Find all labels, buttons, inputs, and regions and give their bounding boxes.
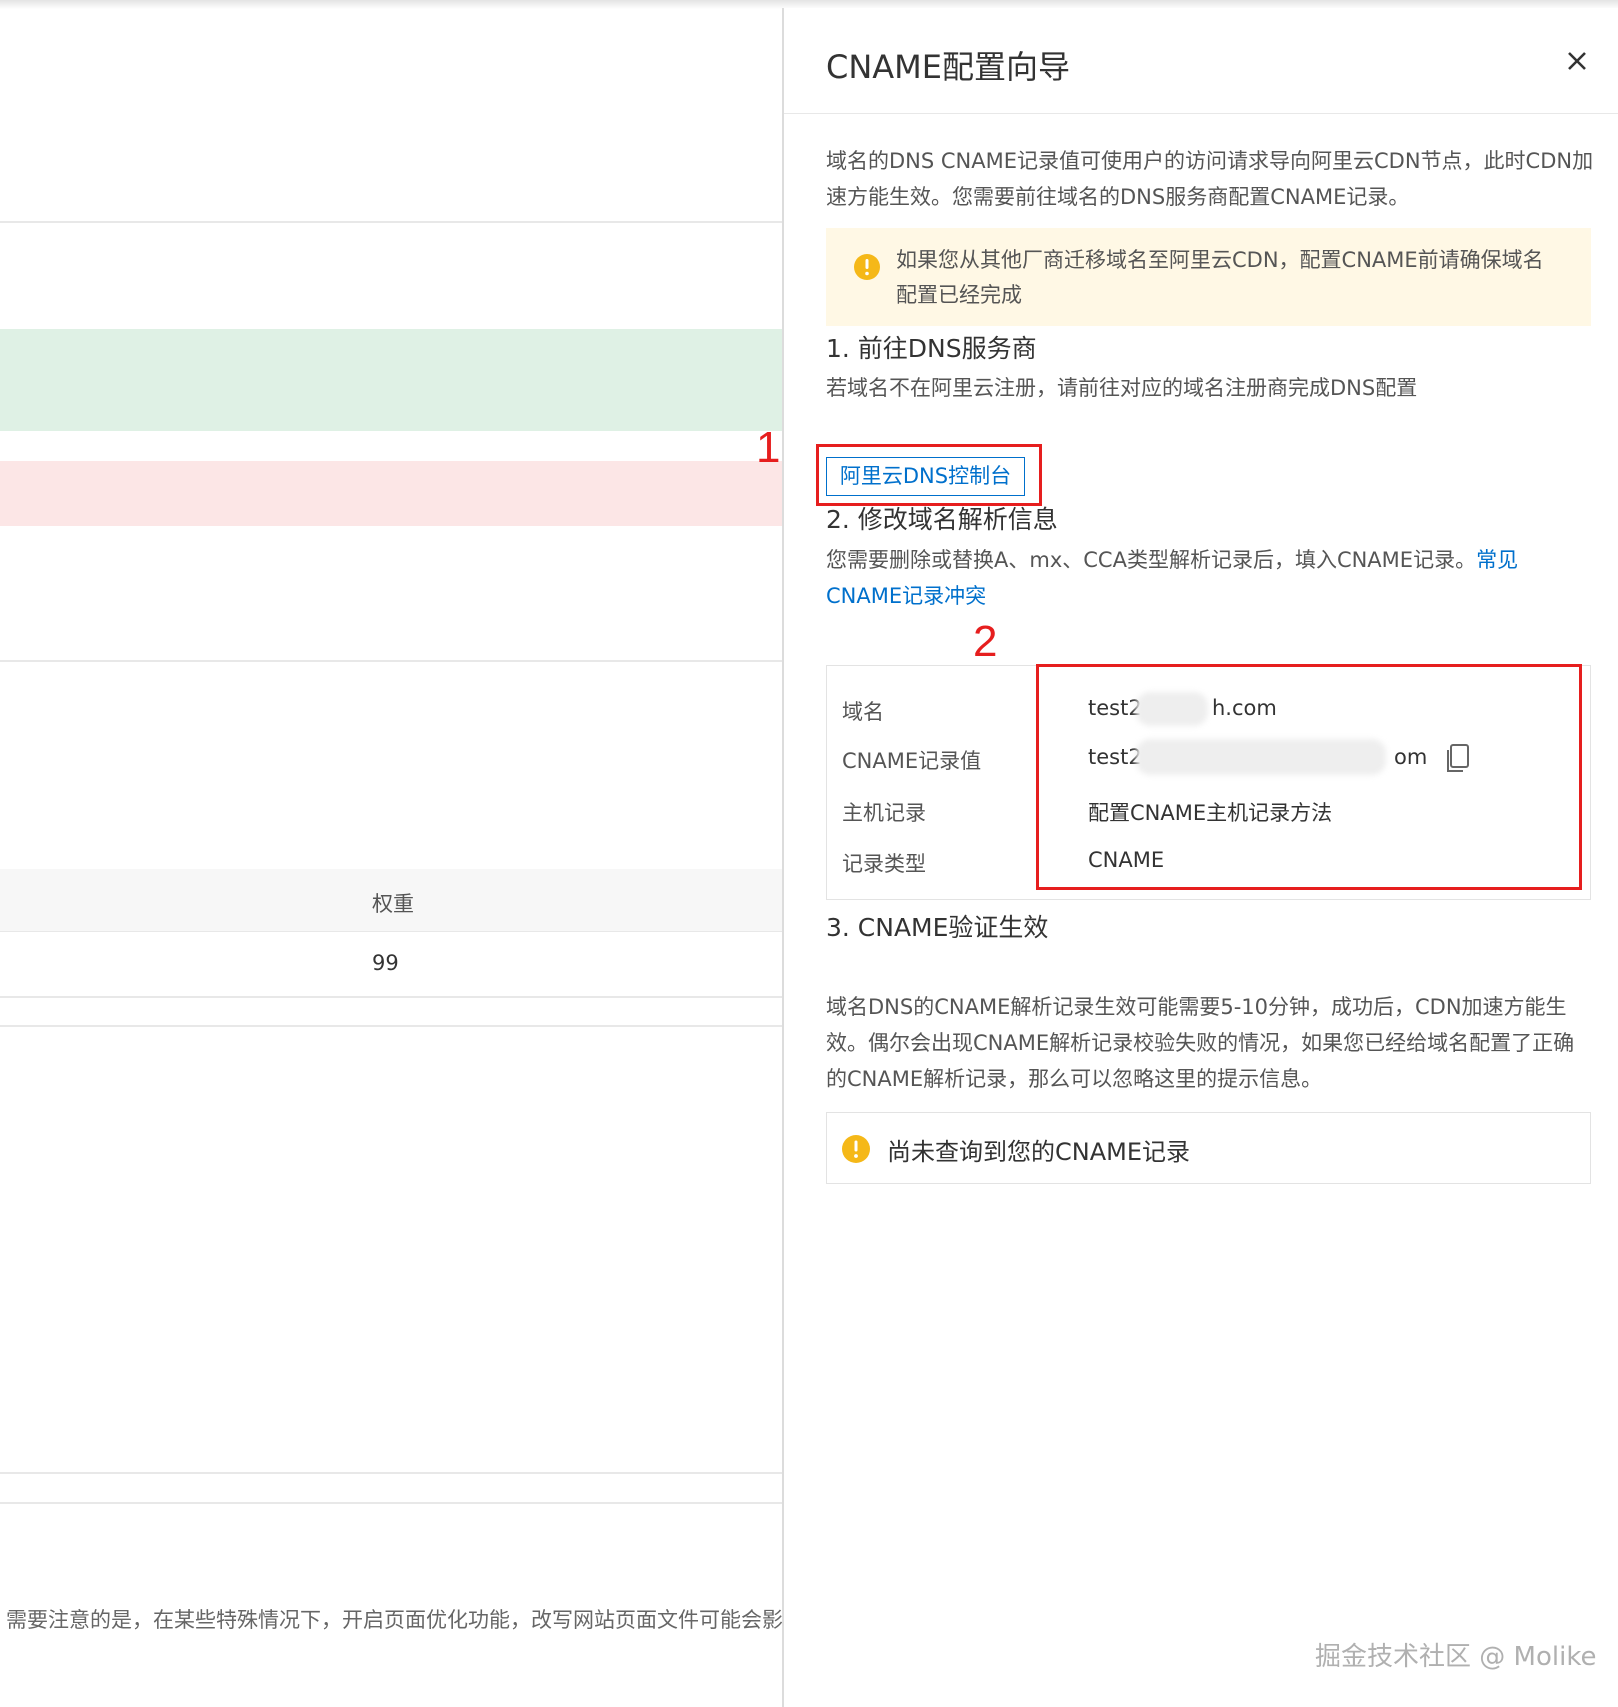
step1-desc: 若域名不在阿里云注册，请前往对应的域名注册商完成DNS配置 (826, 376, 1418, 400)
bottom-note: 需要注意的是，在某些特殊情况下，开启页面优化功能，改写网站页面文件可能会影 (6, 1608, 782, 1632)
close-icon[interactable] (1562, 46, 1592, 76)
drawer-header: CNAME配置向导 (784, 8, 1618, 114)
annotation-box-1 (816, 444, 1042, 506)
divider (0, 1502, 782, 1504)
step3-heading: 3. CNAME验证生效 (826, 913, 1049, 942)
background-page: 权重 99 需要注意的是，在某些特殊情况下，开启页面优化功能，改写网站页面文件可… (0, 0, 782, 1707)
weight-column-header: 权重 (372, 892, 414, 916)
drawer-title: CNAME配置向导 (826, 48, 1071, 86)
success-row-band (0, 329, 782, 431)
divider (0, 221, 782, 223)
record-type-label: 记录类型 (842, 852, 926, 876)
watermark: 掘金技术社区 @ Molike (1315, 1642, 1597, 1672)
error-row-band (0, 461, 782, 526)
step1-heading: 1. 前往DNS服务商 (826, 334, 1037, 363)
warning-icon (842, 1135, 870, 1163)
annotation-label-1: 1 (756, 423, 781, 472)
step3-desc: 域名DNS的CNAME解析记录生效可能需要5-10分钟，成功后，CDN加速方能生… (826, 995, 1575, 1091)
step2-desc-text: 您需要删除或替换A、mx、CCA类型解析记录后，填入CNAME记录。 (826, 548, 1477, 572)
domain-label: 域名 (842, 700, 884, 724)
divider (0, 1472, 782, 1474)
cname-status-box: 尚未查询到您的CNAME记录 (826, 1112, 1591, 1184)
cname-value-label: CNAME记录值 (842, 749, 982, 773)
divider (0, 660, 782, 662)
cname-status-text: 尚未查询到您的CNAME记录 (887, 1138, 1190, 1166)
annotation-label-2: 2 (973, 617, 998, 666)
warning-alert: 如果您从其他厂商迁移域名至阿里云CDN，配置CNAME前请确保域名配置已经完成 (826, 228, 1591, 326)
step2-desc: 您需要删除或替换A、mx、CCA类型解析记录后，填入CNAME记录。常见CNAM… (826, 542, 1594, 614)
intro-text: 域名的DNS CNAME记录值可使用户的访问请求导向阿里云CDN节点，此时CDN… (826, 149, 1594, 209)
host-record-label: 主机记录 (842, 801, 926, 825)
weight-cell: 99 (372, 951, 399, 975)
warning-icon (854, 254, 880, 280)
divider (0, 996, 782, 998)
annotation-box-2 (1036, 664, 1582, 890)
warning-text: 如果您从其他厂商迁移域名至阿里云CDN，配置CNAME前请确保域名配置已经完成 (896, 248, 1544, 307)
divider (0, 1025, 782, 1027)
